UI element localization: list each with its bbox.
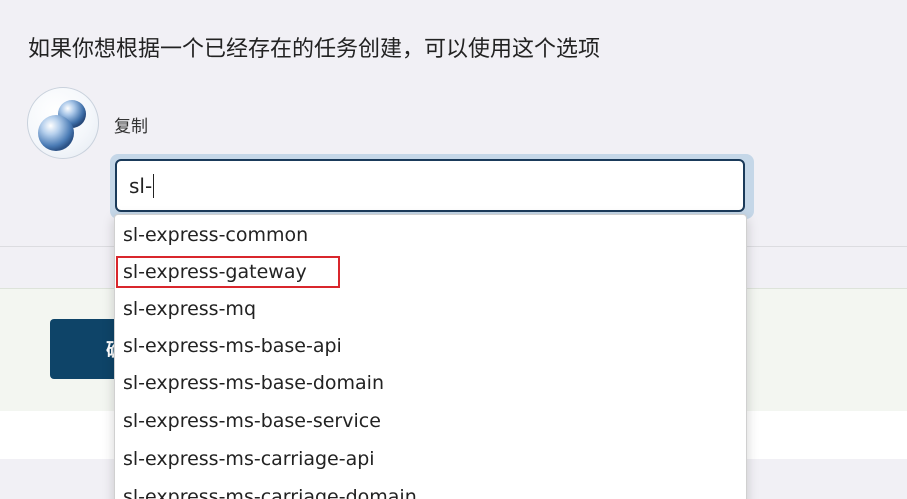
copy-option-panel: 如果你想根据一个已经存在的任务创建，可以使用这个选项 复制 sl-	[0, 0, 907, 247]
copy-option-label: 复制	[114, 117, 148, 137]
copy-option-description: 如果你想根据一个已经存在的任务创建，可以使用这个选项	[28, 37, 601, 62]
dropdown-item-highlighted[interactable]: sl-express-gateway	[115, 254, 746, 291]
text-caret	[153, 173, 155, 198]
dropdown-item[interactable]: sl-express-common	[115, 217, 746, 254]
copy-from-input-value: sl-	[129, 173, 153, 198]
dropdown-item[interactable]: sl-express-ms-carriage-domain	[115, 479, 746, 499]
dropdown-item[interactable]: sl-express-ms-base-domain	[115, 365, 746, 402]
dropdown-item[interactable]: sl-express-ms-base-api	[115, 328, 746, 365]
copy-from-input[interactable]: sl-	[115, 159, 745, 212]
dropdown-item[interactable]: sl-express-ms-carriage-api	[115, 441, 746, 478]
autocomplete-dropdown: sl-express-common sl-express-gateway sl-…	[114, 214, 747, 499]
dropdown-item[interactable]: sl-express-ms-base-service	[115, 403, 746, 440]
copy-spheres-icon[interactable]	[27, 87, 99, 159]
new-item-page: 如果你想根据一个已经存在的任务创建，可以使用这个选项 复制 sl- sl-exp…	[0, 0, 907, 499]
dropdown-item[interactable]: sl-express-mq	[115, 291, 746, 328]
